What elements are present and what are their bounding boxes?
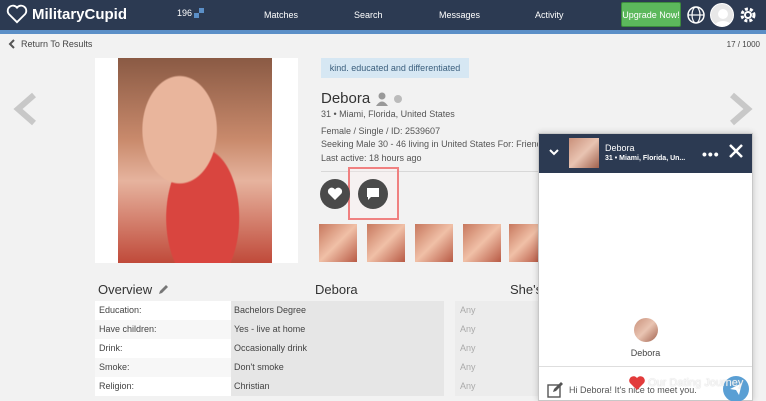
close-icon[interactable] (729, 144, 743, 158)
photo-thumbnail[interactable] (367, 224, 405, 262)
profile-seeking: Seeking Male 30 - 46 living in United St… (321, 139, 542, 149)
chat-location: 31 • Miami, Florida, Un... (605, 155, 686, 162)
logo[interactable]: MilitaryCupid (6, 4, 127, 24)
return-label: Return To Results (21, 39, 93, 49)
upgrade-button[interactable]: Upgrade Now! (621, 2, 681, 27)
profile-age-location: 31 • Miami, Florida, United States (321, 109, 455, 119)
photo-thumbnail[interactable] (415, 224, 453, 262)
profile-name-row: Debora (321, 90, 403, 107)
divider (539, 366, 752, 367)
profile-name: Debora (321, 90, 371, 107)
row-her-value: Any (455, 358, 539, 377)
user-avatar[interactable] (710, 3, 734, 27)
profile-details: Female / Single / ID: 2539607 (321, 126, 441, 136)
row-her-value: Any (455, 377, 539, 396)
heart-logo-icon (6, 4, 28, 24)
chat-avatar (569, 138, 599, 168)
table-row: Smoke: Don't smoke Any (95, 358, 545, 377)
table-row: Drink: Occasionally drink Any (95, 339, 545, 358)
profile-last-active: Last active: 18 hours ago (321, 153, 422, 163)
next-profile-arrow-icon[interactable] (728, 92, 754, 126)
pencil-icon[interactable] (158, 284, 169, 295)
message-button[interactable] (358, 179, 388, 209)
nav-search[interactable]: Search (354, 10, 383, 20)
gear-icon[interactable] (738, 5, 758, 25)
row-her-value: Any (455, 320, 539, 339)
users-icon[interactable] (193, 7, 205, 19)
chat-name: Debora (605, 143, 635, 153)
user-silhouette-icon (714, 9, 732, 26)
watermark-text: Our Dating Journey (648, 377, 744, 389)
chat-window: Debora 31 • Miami, Florida, Un... ••• De… (538, 133, 753, 401)
nav-messages[interactable]: Messages (439, 10, 480, 20)
heart-icon (327, 187, 343, 200)
chat-header[interactable]: Debora 31 • Miami, Florida, Un... ••• (539, 134, 752, 173)
row-label: Education: (95, 301, 231, 320)
photo-thumbnail[interactable] (509, 224, 539, 262)
chat-partner-avatar (634, 318, 658, 342)
table-row: Education: Bachelors Degree Any (95, 301, 545, 320)
globe-icon[interactable] (686, 5, 706, 25)
compose-icon (547, 382, 563, 398)
row-label: Smoke: (95, 358, 231, 377)
person-icon (376, 92, 389, 106)
result-pager: 17 / 1000 (726, 40, 760, 49)
chat-bubble-icon (367, 188, 379, 200)
top-nav: MilitaryCupid 196 Matches Search Message… (0, 0, 766, 30)
photo-thumbnail[interactable] (463, 224, 501, 262)
chevron-left-icon (8, 39, 15, 49)
row-value: Bachelors Degree (231, 301, 444, 320)
heart-watermark-icon (629, 376, 645, 390)
accent-strip (0, 30, 766, 34)
like-button[interactable] (320, 179, 350, 209)
online-count[interactable]: 196 (177, 8, 192, 18)
row-value: Don't smoke (231, 358, 444, 377)
more-options-icon[interactable]: ••• (702, 146, 720, 162)
chevron-down-icon[interactable] (549, 148, 559, 156)
row-label: Drink: (95, 339, 231, 358)
logo-text: MilitaryCupid (32, 5, 128, 23)
table-row: Religion: Christian Any (95, 377, 545, 396)
photo-thumbnail[interactable] (319, 224, 357, 262)
online-status-dot (394, 94, 403, 103)
chat-partner-name: Debora (630, 348, 661, 358)
overview-title: Overview (98, 282, 153, 297)
row-her-value: Any (455, 339, 539, 358)
row-value: Occasionally drink (231, 339, 444, 358)
overview-heading: Overview (98, 282, 169, 297)
row-value: Yes - live at home (231, 320, 444, 339)
nav-activity[interactable]: Activity (535, 10, 564, 20)
return-to-results-link[interactable]: Return To Results (8, 39, 92, 49)
profile-photo[interactable] (118, 58, 272, 263)
nav-matches[interactable]: Matches (264, 10, 298, 20)
column-title-debora: Debora (315, 282, 358, 297)
row-label: Religion: (95, 377, 231, 396)
watermark: Our Dating Journey (628, 375, 743, 391)
row-her-value: Any (455, 301, 539, 320)
row-label: Have children: (95, 320, 231, 339)
row-value: Christian (231, 377, 444, 396)
profile-tagline: kind. educated and differentiated (321, 58, 469, 78)
table-row: Have children: Yes - live at home Any (95, 320, 545, 339)
previous-profile-arrow-icon[interactable] (12, 92, 38, 126)
